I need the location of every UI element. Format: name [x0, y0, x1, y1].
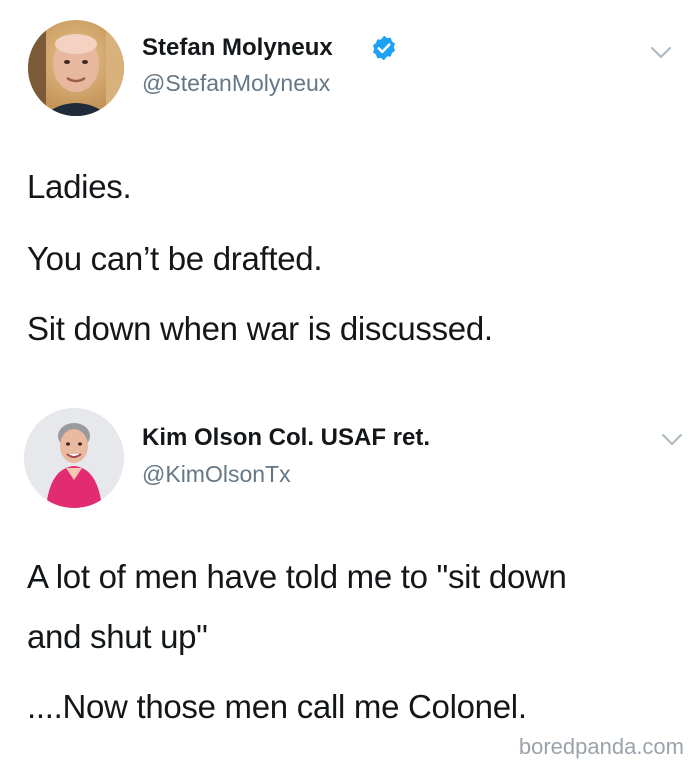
avatar[interactable] — [24, 408, 124, 508]
tweet-text-line: A lot of men have told me to "sit down — [27, 558, 567, 595]
tweet-text-line: Sit down when war is discussed. — [27, 310, 493, 347]
verified-badge-icon — [370, 34, 398, 62]
chevron-down-icon[interactable] — [650, 46, 672, 60]
tweet-text-line: Ladies. — [27, 168, 132, 205]
tweet-kim: Kim Olson Col. USAF ret. @KimOlsonTx A l… — [0, 395, 700, 770]
tweet-text-line: ....Now those men call me Colonel. — [27, 688, 527, 725]
author-name[interactable]: Stefan Molyneux — [142, 34, 333, 62]
tweet-text-line: and shut up" — [27, 618, 208, 655]
tweet-text-line: You can’t be drafted. — [27, 240, 323, 277]
author-handle[interactable]: @KimOlsonTx — [142, 461, 291, 488]
tweet-stefan: Stefan Molyneux @StefanMolyneux Ladies. … — [0, 0, 700, 380]
author-handle[interactable]: @StefanMolyneux — [142, 70, 330, 97]
author-name[interactable]: Kim Olson Col. USAF ret. — [142, 424, 430, 452]
watermark: boredpanda.com — [518, 734, 684, 759]
chevron-down-icon[interactable] — [661, 433, 683, 447]
avatar[interactable] — [28, 20, 124, 116]
